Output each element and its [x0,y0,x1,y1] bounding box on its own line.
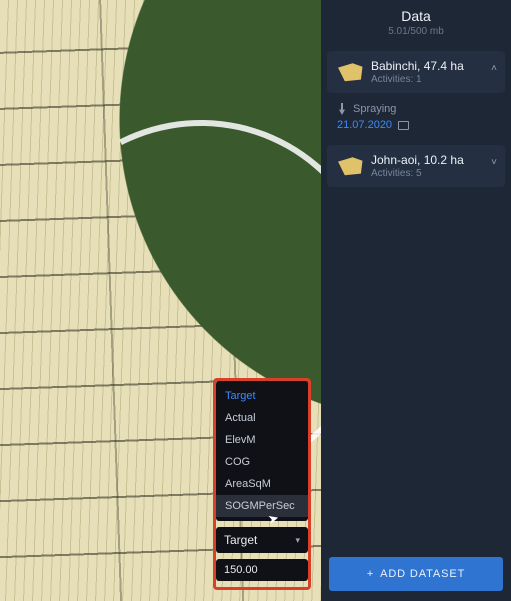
attribute-menu[interactable]: Target Actual ElevM COG AreaSqM SOGMPerS… [216,381,308,521]
activity-date[interactable]: 21.07.2020 [337,119,392,131]
menu-item-areasqm[interactable]: AreaSqM [216,473,308,495]
plus-icon: + [367,568,374,580]
menu-item-target[interactable]: Target [216,385,308,407]
chevron-down-icon: ▾ [295,535,300,546]
menu-item-elevm[interactable]: ElevM [216,429,308,451]
attribute-select-label: Target [224,533,257,547]
attribute-menu-highlight: Target Actual ElevM COG AreaSqM SOGMPerS… [213,378,311,590]
note-icon[interactable] [398,121,409,130]
data-panel: Data 5.01/500 mb Babinchi, 47.4 ha Activ… [321,0,511,601]
add-dataset-label: ADD DATASET [380,568,465,580]
panel-title: Data [321,8,511,24]
field-thumbnail-icon [337,62,363,82]
attribute-value: 150.00 [216,559,308,581]
map-viewport[interactable]: Target Actual ElevM COG AreaSqM SOGMPerS… [0,0,321,601]
activity-type: Spraying [353,103,396,115]
chevron-down-icon[interactable]: ˅ [491,157,497,168]
field-card-babinchi[interactable]: Babinchi, 47.4 ha Activities: 1 ˄ [327,51,505,93]
menu-item-actual[interactable]: Actual [216,407,308,429]
menu-item-cog[interactable]: COG [216,451,308,473]
storage-usage: 5.01/500 mb [321,26,511,37]
field-activities: Activities: 1 [371,74,464,85]
field-activities: Activities: 5 [371,168,464,179]
spraying-icon [337,103,347,115]
attribute-select[interactable]: Target ▾ [216,527,308,553]
add-dataset-button[interactable]: + ADD DATASET [329,557,503,591]
panel-header: Data 5.01/500 mb [321,0,511,47]
activity-item[interactable]: Spraying 21.07.2020 [333,99,499,141]
field-card-john-aoi[interactable]: John-aoi, 10.2 ha Activities: 5 ˅ [327,145,505,187]
field-name: Babinchi, 47.4 ha [371,59,464,73]
chevron-up-icon[interactable]: ˄ [491,63,497,74]
menu-item-sogmpersec[interactable]: SOGMPerSec [216,495,308,517]
field-thumbnail-icon [337,156,363,176]
field-name: John-aoi, 10.2 ha [371,153,464,167]
